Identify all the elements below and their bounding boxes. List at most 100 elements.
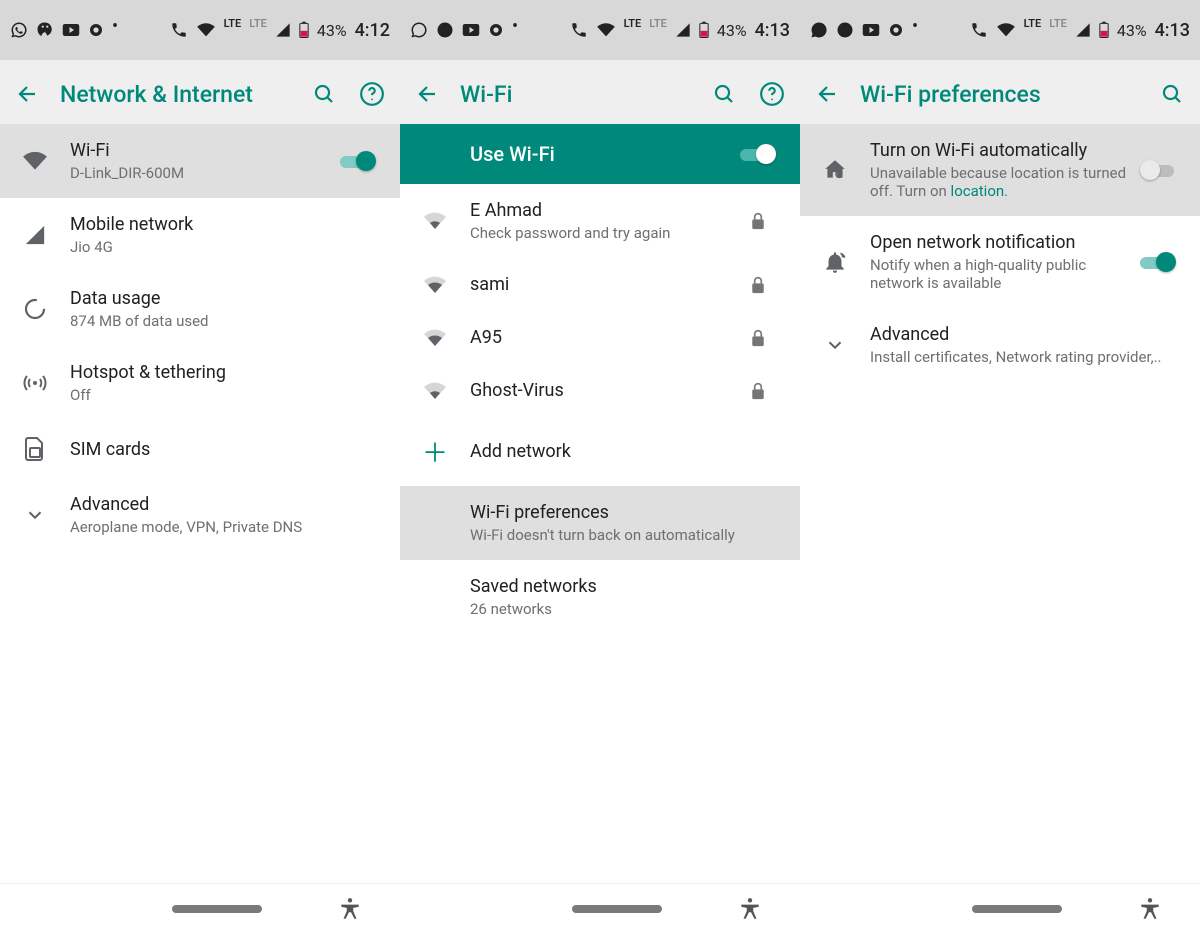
wifi-network-row[interactable]: sami bbox=[400, 258, 800, 311]
wifi-network-row[interactable]: Ghost-Virus bbox=[400, 364, 800, 417]
clock: 4:13 bbox=[755, 20, 790, 41]
advanced-row[interactable]: Advanced Aeroplane mode, VPN, Private DN… bbox=[0, 478, 400, 552]
data-usage-row[interactable]: Data usage 874 MB of data used bbox=[0, 272, 400, 346]
add-network-label: Add network bbox=[470, 441, 788, 462]
signal-icon bbox=[1075, 22, 1091, 38]
clock: 4:13 bbox=[1155, 20, 1190, 41]
lock-icon bbox=[750, 212, 766, 230]
screen-wifi-preferences: • LTE LTE 43% 4:13 Wi-Fi preferences bbox=[800, 0, 1200, 933]
accessibility-icon[interactable] bbox=[737, 896, 763, 922]
search-icon bbox=[712, 82, 736, 106]
uc-browser-icon bbox=[436, 21, 454, 39]
uc-browser-icon bbox=[836, 21, 854, 39]
data-usage-icon bbox=[23, 297, 47, 321]
search-icon bbox=[312, 82, 336, 106]
wifi-preferences-row[interactable]: Wi-Fi preferences Wi-Fi doesn't turn bac… bbox=[400, 486, 800, 560]
home-button[interactable] bbox=[972, 905, 1062, 913]
uc-browser-icon bbox=[36, 21, 54, 39]
advanced-label: Advanced bbox=[870, 324, 1188, 345]
search-button[interactable] bbox=[308, 78, 340, 110]
location-link[interactable]: location bbox=[951, 182, 1005, 200]
youtube-icon bbox=[862, 23, 880, 37]
search-icon bbox=[1160, 82, 1184, 106]
help-button[interactable] bbox=[756, 78, 788, 110]
page-title: Wi-Fi preferences bbox=[860, 81, 1140, 108]
use-wifi-toggle[interactable] bbox=[740, 144, 776, 164]
navigation-bar bbox=[400, 883, 800, 933]
wifi-network-row[interactable]: E Ahmad Check password and try again bbox=[400, 184, 800, 258]
wifi-toggle[interactable] bbox=[340, 151, 376, 171]
back-arrow-icon bbox=[416, 82, 440, 106]
open-net-subtitle: Notify when a high-quality public networ… bbox=[870, 256, 1128, 292]
wifi-network-row[interactable]: A95 bbox=[400, 311, 800, 364]
wifi-medium-icon bbox=[423, 275, 447, 295]
help-button[interactable] bbox=[356, 78, 388, 110]
back-button[interactable] bbox=[412, 78, 444, 110]
mobile-network-row[interactable]: Mobile network Jio 4G bbox=[0, 198, 400, 272]
whatsapp-icon bbox=[410, 21, 428, 39]
signal-icon bbox=[24, 224, 46, 246]
network-name: sami bbox=[470, 274, 728, 295]
open-net-toggle[interactable] bbox=[1140, 252, 1176, 272]
accessibility-icon[interactable] bbox=[337, 896, 363, 922]
wifi-icon bbox=[196, 22, 216, 38]
add-network-row[interactable]: ＋ Add network bbox=[400, 417, 800, 486]
home-button[interactable] bbox=[172, 905, 262, 913]
chevron-down-icon bbox=[824, 334, 846, 356]
back-button[interactable] bbox=[812, 78, 844, 110]
clock: 4:12 bbox=[355, 20, 390, 41]
open-network-row[interactable]: Open network notification Notify when a … bbox=[800, 216, 1200, 308]
wifi-row[interactable]: Wi-Fi D-Link_DIR-600M bbox=[0, 124, 400, 198]
hotspot-icon bbox=[23, 371, 47, 395]
lte-label: LTE bbox=[224, 17, 242, 30]
wifi-prefs-label: Wi-Fi preferences bbox=[470, 502, 788, 523]
home-button[interactable] bbox=[572, 905, 662, 913]
data-usage-label: Data usage bbox=[70, 288, 388, 309]
status-bar: • LTE LTE 43% 4:13 bbox=[800, 0, 1200, 60]
call-icon bbox=[970, 21, 988, 39]
auto-wifi-label: Turn on Wi-Fi automatically bbox=[870, 140, 1128, 161]
lte-dim-label: LTE bbox=[649, 17, 667, 30]
wifi-subtitle: D-Link_DIR-600M bbox=[70, 164, 328, 182]
mobile-subtitle: Jio 4G bbox=[70, 238, 388, 256]
circle-icon bbox=[88, 22, 104, 38]
toolbar: Wi-Fi preferences bbox=[800, 64, 1200, 124]
saved-subtitle: 26 networks bbox=[470, 600, 788, 618]
wifi-weak-icon bbox=[423, 381, 447, 401]
wifi-prefs-subtitle: Wi-Fi doesn't turn back on automatically bbox=[470, 526, 788, 544]
sim-cards-row[interactable]: SIM cards bbox=[0, 420, 400, 478]
use-wifi-row[interactable]: Use Wi-Fi bbox=[400, 124, 800, 184]
battery-percent: 43% bbox=[717, 21, 747, 40]
mobile-label: Mobile network bbox=[70, 214, 388, 235]
screen-network-internet: • LTE LTE 43% 4:12 Network & Internet bbox=[0, 0, 400, 933]
accessibility-icon[interactable] bbox=[1137, 896, 1163, 922]
battery-icon bbox=[1099, 21, 1109, 39]
wifi-icon bbox=[596, 22, 616, 38]
page-title: Wi-Fi bbox=[460, 81, 692, 108]
chevron-down-icon bbox=[24, 504, 46, 526]
search-button[interactable] bbox=[708, 78, 740, 110]
whatsapp-icon bbox=[10, 21, 28, 39]
wifi-weak-icon bbox=[423, 211, 447, 231]
advanced-row[interactable]: Advanced Install certificates, Network r… bbox=[800, 308, 1200, 382]
call-icon bbox=[170, 21, 188, 39]
lte-dim-label: LTE bbox=[249, 17, 267, 30]
lock-icon bbox=[750, 276, 766, 294]
toolbar: Network & Internet bbox=[0, 64, 400, 124]
hotspot-row[interactable]: Hotspot & tethering Off bbox=[0, 346, 400, 420]
search-button[interactable] bbox=[1156, 78, 1188, 110]
battery-percent: 43% bbox=[317, 21, 347, 40]
lte-label: LTE bbox=[624, 17, 642, 30]
auto-wifi-toggle[interactable] bbox=[1140, 160, 1176, 180]
status-bar: • LTE LTE 43% 4:13 bbox=[400, 0, 800, 60]
auto-wifi-row[interactable]: Turn on Wi-Fi automatically Unavailable … bbox=[800, 124, 1200, 216]
advanced-label: Advanced bbox=[70, 494, 388, 515]
wifi-label: Wi-Fi bbox=[70, 140, 328, 161]
use-wifi-label: Use Wi-Fi bbox=[470, 142, 728, 166]
advanced-subtitle: Install certificates, Network rating pro… bbox=[870, 348, 1188, 366]
saved-networks-row[interactable]: Saved networks 26 networks bbox=[400, 560, 800, 634]
sim-label: SIM cards bbox=[70, 439, 388, 460]
back-button[interactable] bbox=[12, 78, 44, 110]
youtube-icon bbox=[462, 23, 480, 37]
network-name: E Ahmad bbox=[470, 200, 728, 221]
